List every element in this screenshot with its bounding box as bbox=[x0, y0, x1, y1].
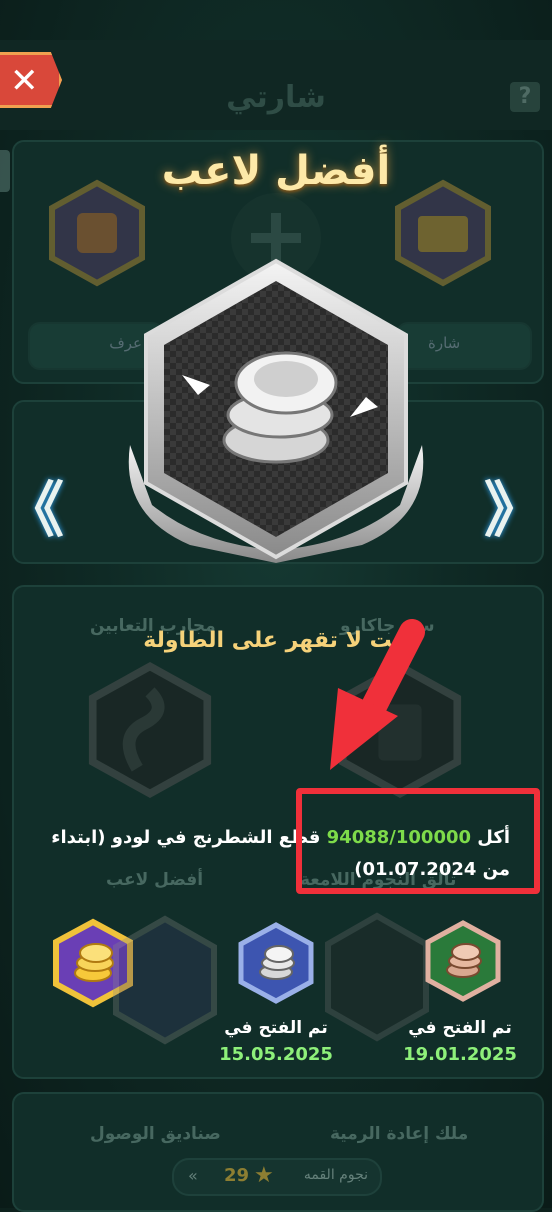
highlight-box bbox=[296, 788, 540, 894]
star-icon: ★ bbox=[254, 1163, 274, 1188]
bg-label-reroll: ملك إعادة الرمية bbox=[330, 1124, 469, 1144]
stars-label: نجوم القمه bbox=[303, 1167, 368, 1183]
right-chevron-icon[interactable]: 》 bbox=[484, 462, 544, 549]
popup-subtitle: أنت لا تقهر على الطاولة bbox=[143, 628, 409, 653]
bg-label-boxes: صناديق الوصول bbox=[90, 1124, 221, 1144]
unlock-date-bronze: 19.01.2025 bbox=[403, 1044, 517, 1065]
unlock-label-bronze: تم الفتح في bbox=[408, 1018, 512, 1038]
stars-count: 29 bbox=[224, 1165, 250, 1186]
silver-badge-icon bbox=[128, 258, 424, 563]
bronze-badge-icon[interactable] bbox=[422, 920, 504, 1002]
unlock-label-blue: تم الفتح في bbox=[224, 1018, 328, 1038]
close-icon: ✕ bbox=[10, 61, 39, 101]
page-title: شارتي bbox=[226, 80, 326, 115]
stars-arrow-icon: « bbox=[188, 1166, 198, 1185]
snake-badge-icon bbox=[88, 661, 212, 799]
card-badge-icon bbox=[338, 661, 462, 799]
close-button[interactable]: ✕ bbox=[0, 52, 62, 108]
left-chevron-icon[interactable]: 《 bbox=[4, 462, 64, 549]
blue-badge-icon[interactable] bbox=[235, 922, 317, 1004]
help-icon[interactable]: ? bbox=[510, 82, 540, 112]
popup-title: أفضل لاعب bbox=[161, 148, 391, 194]
stars-bar[interactable]: « 29 ★ نجوم القمه bbox=[172, 1158, 382, 1196]
locked-silver-badge-icon bbox=[113, 915, 217, 1045]
unlock-date-blue: 15.05.2025 bbox=[219, 1044, 333, 1065]
